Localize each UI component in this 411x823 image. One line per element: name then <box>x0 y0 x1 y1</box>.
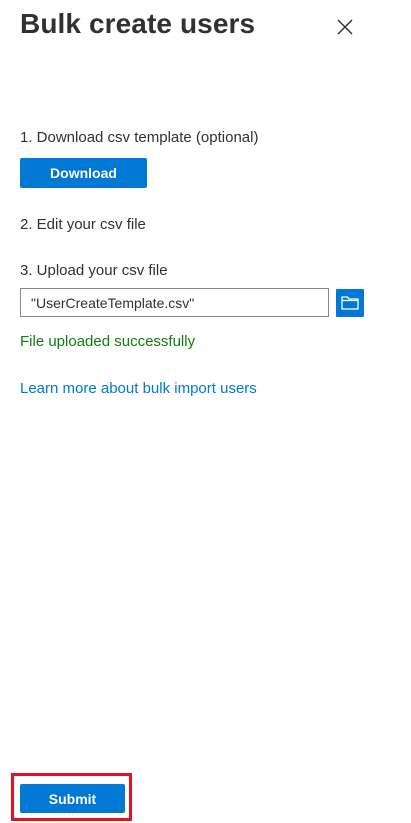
step3-label: 3. Upload your csv file <box>20 262 168 279</box>
download-button[interactable]: Download <box>20 158 147 188</box>
browse-file-button[interactable] <box>336 289 364 317</box>
step2-label: 2. Edit your csv file <box>20 216 146 233</box>
learn-more-link[interactable]: Learn more about bulk import users <box>20 380 257 397</box>
folder-icon <box>341 296 359 310</box>
submit-button[interactable]: Submit <box>20 784 125 813</box>
step1-label: 1. Download csv template (optional) <box>20 129 259 146</box>
bulk-create-users-panel: Bulk create users 1. Download csv templa… <box>0 0 411 823</box>
file-path-input[interactable] <box>20 288 329 317</box>
close-button[interactable] <box>332 14 358 40</box>
close-icon <box>337 19 353 35</box>
upload-success-message: File uploaded successfully <box>20 333 196 350</box>
panel-title: Bulk create users <box>20 8 256 39</box>
